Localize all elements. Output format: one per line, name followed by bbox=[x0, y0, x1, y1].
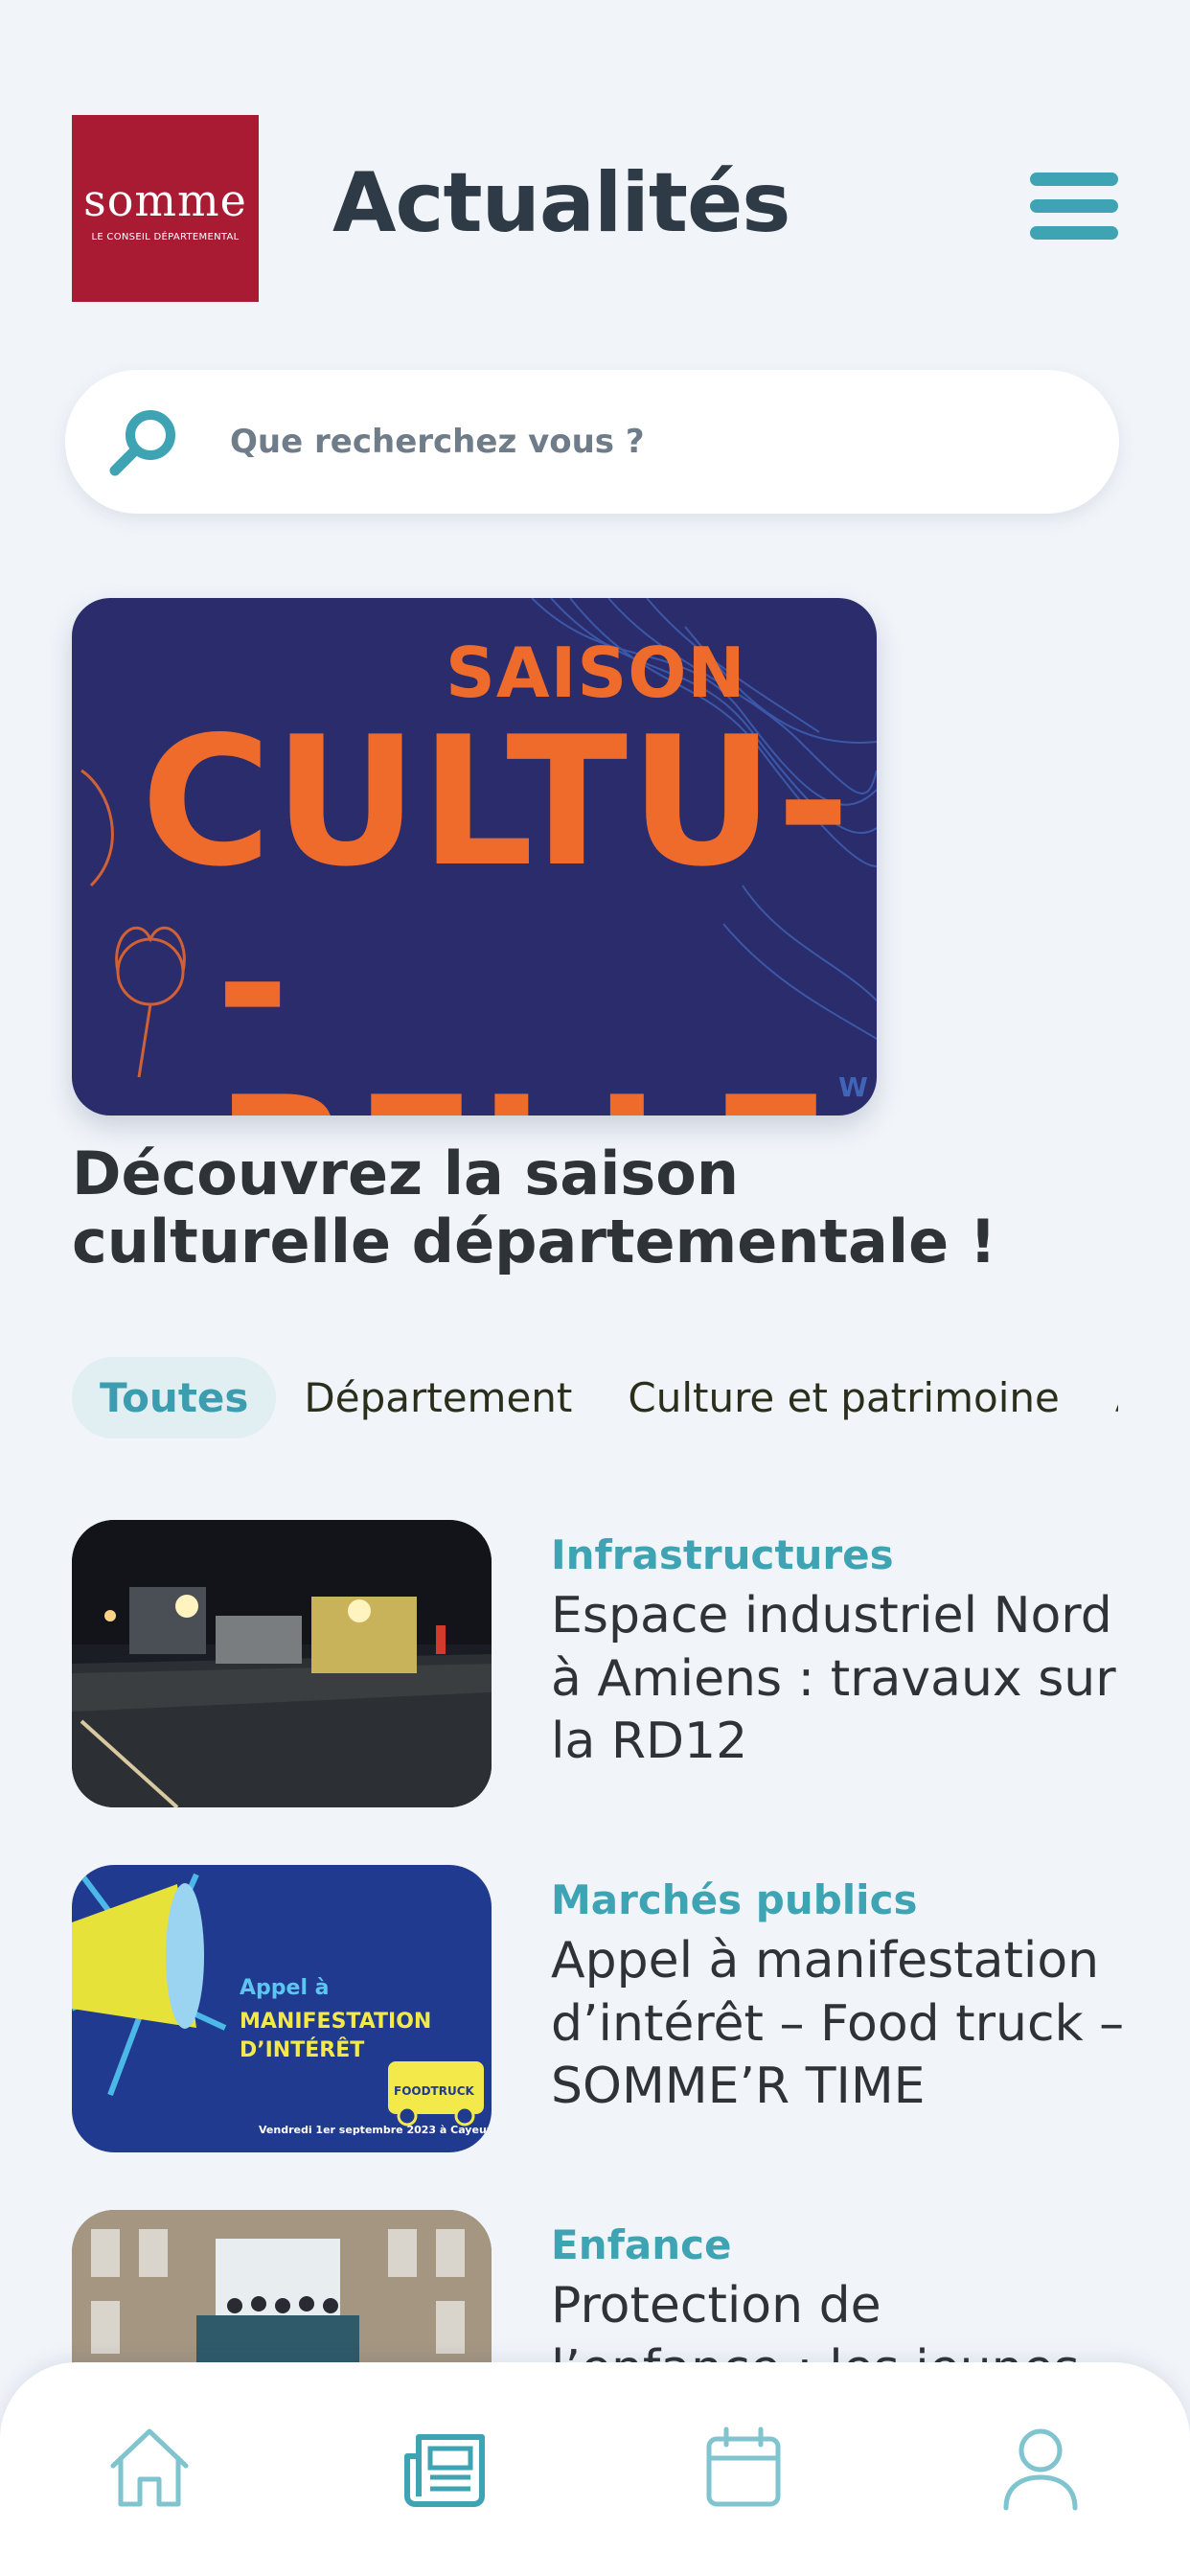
article-category: Infrastructures bbox=[551, 1531, 894, 1578]
logo-word: somme bbox=[83, 174, 247, 226]
page-title: Actualités bbox=[332, 155, 790, 251]
poster-line2: MANIFESTATION bbox=[240, 2010, 431, 2034]
category-filter-bar: Toutes Département Culture et patrimoine… bbox=[72, 1349, 1118, 1445]
search-input[interactable] bbox=[230, 423, 1054, 461]
logo-subtitle: LE CONSEIL DÉPARTEMENTAL bbox=[91, 232, 240, 242]
poster-badge: FOODTRUCK bbox=[394, 2084, 475, 2098]
article-category: Marchés publics bbox=[551, 1876, 918, 1923]
featured-title[interactable]: Découvrez la saison culturelle départeme… bbox=[72, 1139, 1078, 1276]
chip-departement[interactable]: Département bbox=[276, 1357, 600, 1438]
nav-profile[interactable] bbox=[993, 2420, 1088, 2516]
ami-foodtruck-poster: Appel à MANIFESTATION D’INTÉRÊT FOODTRUC… bbox=[72, 1865, 492, 2152]
hamburger-menu-icon[interactable] bbox=[1030, 172, 1118, 240]
article-card[interactable]: Appel à MANIFESTATION D’INTÉRÊT FOODTRUC… bbox=[72, 1865, 1124, 2152]
chip-toutes[interactable]: Toutes bbox=[72, 1356, 277, 1438]
featured-image[interactable]: W SAISON CULTU- -RELLE bbox=[72, 598, 877, 1116]
menu-bar bbox=[1030, 226, 1118, 240]
chip-culture-patrimoine[interactable]: Culture et patrimoine bbox=[600, 1357, 1087, 1438]
poster-date: Vendredi 1er septembre 2023 à Cayeux bbox=[259, 2124, 492, 2136]
nav-news[interactable] bbox=[398, 2420, 493, 2516]
featured-image-line: CULTU- bbox=[141, 698, 853, 906]
poster-line3: D’INTÉRÊT bbox=[240, 2037, 364, 2062]
menu-bar bbox=[1030, 199, 1118, 213]
newspaper-icon bbox=[404, 2434, 485, 2507]
article-category: Enfance bbox=[551, 2221, 732, 2268]
nav-home[interactable] bbox=[102, 2420, 197, 2516]
chip-agriculture[interactable]: Agriculture bbox=[1087, 1357, 1118, 1438]
search-bar[interactable] bbox=[65, 370, 1119, 514]
bottom-navigation bbox=[0, 2362, 1190, 2576]
article-thumbnail[interactable]: Appel à MANIFESTATION D’INTÉRÊT FOODTRUC… bbox=[72, 1865, 492, 2152]
poster-line1: Appel à bbox=[240, 1976, 330, 2000]
header: somme LE CONSEIL DÉPARTEMENTAL Actualité… bbox=[72, 115, 1118, 302]
home-icon bbox=[110, 2428, 189, 2507]
article-card[interactable]: Infrastructures Espace industriel Nord à… bbox=[72, 1520, 1118, 1807]
calendar-icon bbox=[706, 2426, 781, 2507]
article-title[interactable]: Appel à manifestation d’intérêt – Food t… bbox=[551, 1930, 1126, 2119]
article-thumbnail[interactable] bbox=[72, 1520, 492, 1807]
article-title[interactable]: Espace industriel Nord à Amiens : travau… bbox=[551, 1585, 1126, 1774]
featured-image-line: -RELLE bbox=[216, 880, 831, 1116]
nav-agenda[interactable] bbox=[696, 2420, 791, 2516]
somme-logo[interactable]: somme LE CONSEIL DÉPARTEMENTAL bbox=[72, 115, 259, 302]
roadworks-photo bbox=[72, 1520, 492, 1807]
menu-bar bbox=[1030, 172, 1118, 186]
search-icon bbox=[109, 410, 175, 476]
user-icon bbox=[1003, 2428, 1078, 2511]
